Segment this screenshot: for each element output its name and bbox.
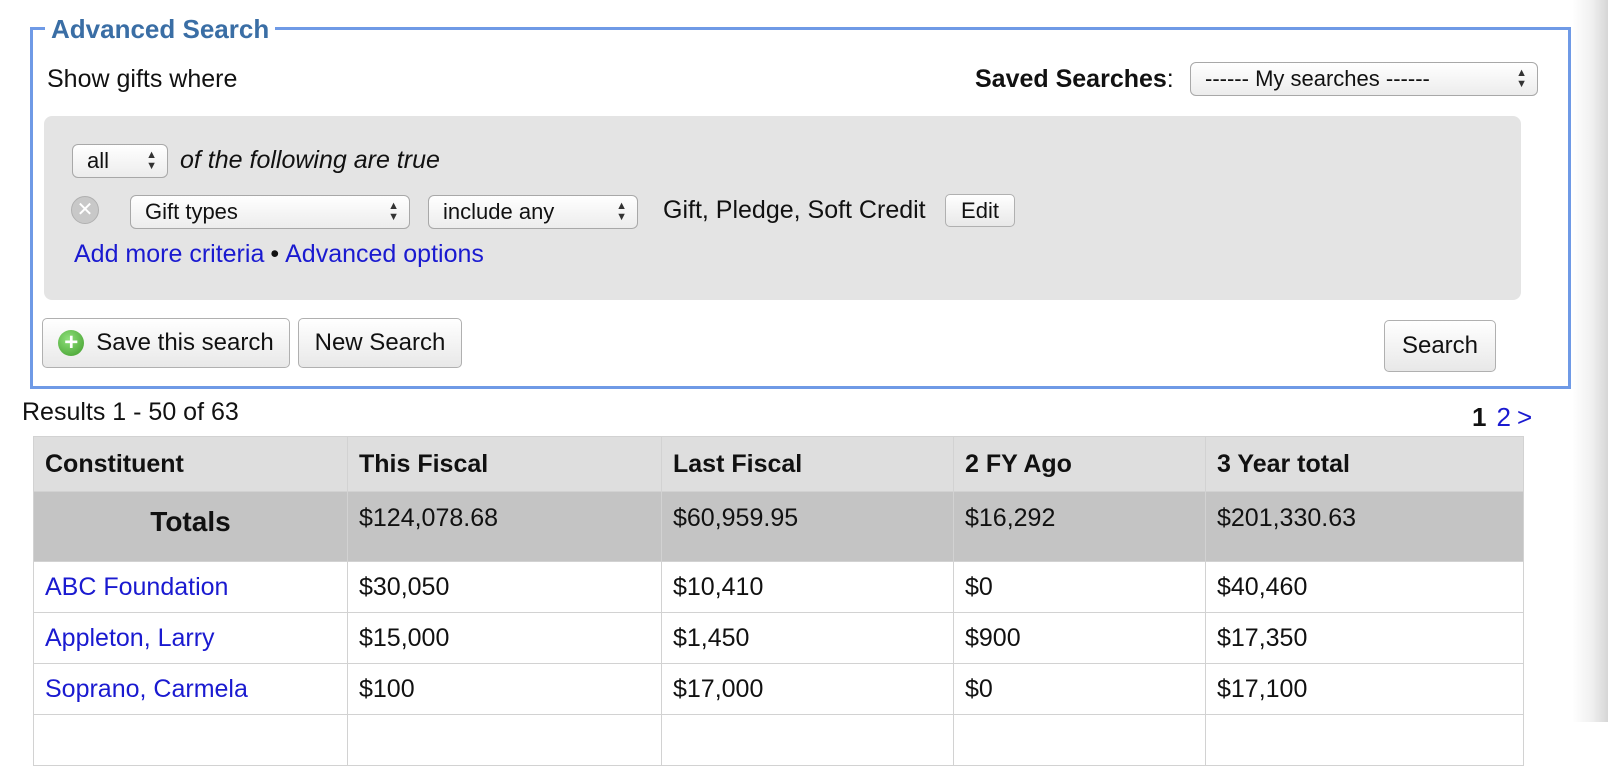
table-cell: $60,959.95: [661, 491, 954, 562]
column-header-3-year-total[interactable]: 3 Year total: [1205, 436, 1524, 492]
page-2-link[interactable]: 2: [1496, 402, 1510, 432]
table-cell: $0: [953, 561, 1206, 613]
table-row: Soprano, Carmela $100 $17,000 $0 $17,100: [33, 663, 1524, 715]
advanced-options-link[interactable]: Advanced options: [285, 240, 484, 268]
edit-criteria-button[interactable]: Edit: [945, 194, 1015, 227]
table-row: ABC Foundation $30,050 $10,410 $0 $40,46…: [33, 561, 1524, 613]
constituent-link[interactable]: Soprano, Carmela: [45, 675, 248, 703]
page-edge-shadow: [1572, 0, 1608, 722]
table-cell: [953, 714, 1206, 766]
new-search-button[interactable]: New Search: [298, 318, 462, 368]
totals-row: Totals $124,078.68 $60,959.95 $16,292 $2…: [33, 491, 1524, 562]
show-gifts-where-label: Show gifts where: [47, 65, 238, 93]
constituent-cell: Appleton, Larry: [33, 612, 348, 664]
column-header-constituent[interactable]: Constituent: [33, 436, 348, 492]
saved-searches-label: Saved Searches:: [975, 65, 1174, 94]
criteria-field-value: Gift types: [145, 199, 238, 224]
current-page: 1: [1472, 402, 1487, 432]
constituent-link[interactable]: ABC Foundation: [45, 573, 228, 601]
match-mode-suffix: of the following are true: [180, 146, 440, 174]
add-more-criteria-link[interactable]: Add more criteria: [74, 240, 264, 268]
table-header-row: Constituent This Fiscal Last Fiscal 2 FY…: [33, 436, 1524, 492]
constituent-link[interactable]: Appleton, Larry: [45, 624, 215, 652]
table-cell: $900: [953, 612, 1206, 664]
table-cell: $201,330.63: [1205, 491, 1524, 562]
table-cell: $17,100: [1205, 663, 1524, 715]
select-arrows-icon: ▲ ▼: [146, 149, 157, 172]
constituent-cell: ABC Foundation: [33, 561, 348, 613]
table-row: Appleton, Larry $15,000 $1,450 $900 $17,…: [33, 612, 1524, 664]
save-search-button[interactable]: + Save this search: [42, 318, 290, 368]
match-mode-select[interactable]: all ▲ ▼: [72, 144, 168, 178]
table-cell: [661, 714, 954, 766]
select-arrows-icon: ▲ ▼: [388, 200, 399, 223]
criteria-panel: all ▲ ▼ of the following are true ✕ Gift …: [44, 116, 1521, 300]
criteria-field-select[interactable]: Gift types ▲ ▼: [130, 195, 410, 229]
table-cell: $124,078.68: [347, 491, 662, 562]
remove-criteria-icon[interactable]: ✕: [71, 196, 99, 224]
table-cell: $15,000: [347, 612, 662, 664]
table-row: [33, 714, 1524, 766]
table-cell: $10,410: [661, 561, 954, 613]
table-cell: $100: [347, 663, 662, 715]
constituent-cell: Soprano, Carmela: [33, 663, 348, 715]
advanced-search-fieldset: Advanced Search Show gifts where Saved S…: [30, 14, 1571, 389]
saved-searches-select-value: ------ My searches ------: [1205, 66, 1430, 91]
column-header-2fy-ago[interactable]: 2 FY Ago: [953, 436, 1206, 492]
saved-searches-colon: :: [1166, 65, 1174, 93]
table-cell: [1205, 714, 1524, 766]
advanced-search-legend: Advanced Search: [45, 14, 276, 45]
next-page-arrow-icon[interactable]: >: [1517, 402, 1532, 432]
criteria-values: Gift, Pledge, Soft Credit: [663, 196, 926, 224]
criteria-operator-select[interactable]: include any ▲ ▼: [428, 195, 638, 229]
add-circle-icon: +: [58, 330, 85, 356]
table-cell: [347, 714, 662, 766]
totals-label: Totals: [33, 491, 348, 562]
column-header-last-fiscal[interactable]: Last Fiscal: [661, 436, 954, 492]
link-separator: •: [270, 240, 280, 268]
table-cell: $0: [953, 663, 1206, 715]
match-mode-value: all: [87, 148, 110, 173]
saved-searches-label-text: Saved Searches: [975, 65, 1167, 93]
criteria-operator-value: include any: [443, 199, 555, 224]
select-arrows-icon: ▲ ▼: [616, 200, 627, 223]
table-cell: $16,292: [953, 491, 1206, 562]
save-search-label: Save this search: [96, 329, 274, 356]
results-table: Constituent This Fiscal Last Fiscal 2 FY…: [33, 436, 1524, 766]
pagination: 1 2 >: [1472, 402, 1538, 433]
column-header-this-fiscal[interactable]: This Fiscal: [347, 436, 662, 492]
results-count: Results 1 - 50 of 63: [22, 398, 239, 426]
criteria-links: Add more criteria • Advanced options: [74, 240, 484, 269]
table-cell: $30,050: [347, 561, 662, 613]
table-cell: $40,460: [1205, 561, 1524, 613]
table-cell: $17,350: [1205, 612, 1524, 664]
constituent-cell: [33, 714, 348, 766]
saved-searches-select[interactable]: ------ My searches ------ ▲ ▼: [1190, 62, 1538, 96]
table-cell: $1,450: [661, 612, 954, 664]
table-cell: $17,000: [661, 663, 954, 715]
select-arrows-icon: ▲ ▼: [1516, 67, 1527, 90]
search-button[interactable]: Search: [1384, 320, 1496, 372]
